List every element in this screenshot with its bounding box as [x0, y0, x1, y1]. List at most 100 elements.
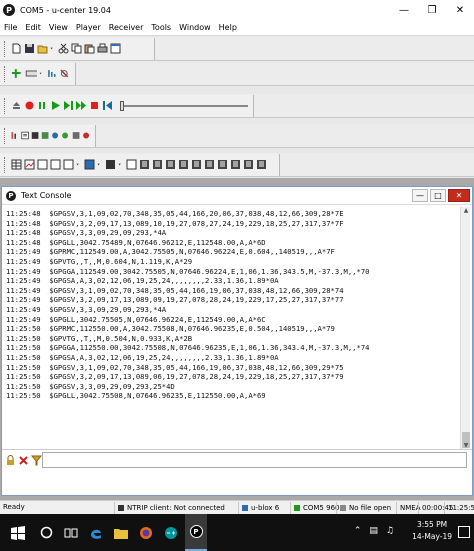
messages-view-icon[interactable] [41, 130, 49, 141]
text-console-titlebar: P Text Console — □ ✕ [2, 187, 472, 205]
menu-receiver[interactable]: Receiver [105, 23, 148, 32]
lock-icon[interactable] [5, 454, 16, 466]
playback-slider[interactable] [120, 100, 248, 111]
task-view-button[interactable] [60, 514, 82, 551]
play-icon[interactable] [50, 100, 61, 111]
message-window-icon[interactable] [105, 159, 116, 170]
menu-player[interactable]: Player [72, 23, 105, 32]
log-line: 11:25:50 $GPGSA,A,3,02,12,06,19,25,24,,,… [6, 352, 279, 362]
sat-panel-10-icon[interactable] [256, 159, 267, 170]
sat-panel-1-icon[interactable] [139, 159, 150, 170]
histogram-icon[interactable] [37, 159, 48, 170]
taskbar-edge[interactable] [85, 514, 107, 551]
dropdown-arrow-icon[interactable] [76, 159, 82, 170]
cortana-circle-icon [40, 526, 52, 539]
scroll-up-icon[interactable]: ▲ [461, 207, 471, 215]
new-file-icon[interactable] [11, 43, 22, 54]
status-time: 11:25:51 [444, 502, 474, 514]
binary-console-icon[interactable] [31, 130, 39, 141]
sat-panel-4-icon[interactable] [178, 159, 189, 170]
taskbar-arduino[interactable] [160, 514, 182, 551]
disconnect-icon[interactable] [59, 68, 70, 79]
docking-window-icon[interactable] [84, 159, 95, 170]
fast-forward-icon[interactable] [76, 100, 87, 111]
menu-file[interactable]: File [0, 23, 21, 32]
log-line: 11:25:50 $GPGLL,3042.75508,N,07646.96235… [6, 391, 266, 401]
tray-chevron-icon[interactable]: ⌃ [354, 526, 362, 536]
packet-console-icon[interactable] [21, 130, 29, 141]
sat-panel-9-icon[interactable] [243, 159, 254, 170]
baudrate-icon[interactable] [24, 68, 37, 79]
menu-tools[interactable]: Tools [147, 23, 175, 32]
eject-icon[interactable] [11, 100, 22, 111]
console-maximize-button[interactable]: □ [430, 189, 446, 202]
menu-window[interactable]: Window [175, 23, 215, 32]
statistics-view-icon[interactable] [51, 130, 59, 141]
save-icon[interactable] [24, 43, 35, 54]
sat-panel-3-icon[interactable] [165, 159, 176, 170]
dropdown-arrow-icon[interactable] [50, 43, 56, 54]
paste-icon[interactable] [84, 43, 95, 54]
sat-panel-2-icon[interactable] [152, 159, 163, 170]
action-center-icon[interactable] [458, 526, 470, 538]
autobaud-icon[interactable] [47, 68, 58, 79]
menu-edit[interactable]: Edit [21, 23, 45, 32]
start-button[interactable] [4, 514, 32, 551]
cut-icon[interactable] [58, 43, 69, 54]
table-view-icon[interactable] [11, 159, 22, 170]
volume-icon[interactable]: ♫ [386, 526, 394, 536]
menu-help[interactable]: Help [215, 23, 241, 32]
clear-icon[interactable] [18, 455, 29, 466]
console-command-input[interactable] [42, 452, 467, 468]
log-line: 11:25:49 $GPGLL,3042.75505,N,07646.96224… [6, 314, 266, 324]
close-window-button[interactable]: ✕ [446, 0, 474, 20]
rewind-icon[interactable] [102, 100, 113, 111]
dropdown-arrow-icon[interactable] [97, 159, 103, 170]
print-icon[interactable] [97, 43, 108, 54]
stop-icon[interactable] [89, 100, 100, 111]
map-view-icon[interactable] [72, 130, 80, 141]
sat-panel-5-icon[interactable] [191, 159, 202, 170]
deviation-map-icon[interactable] [82, 130, 90, 141]
chart-view-icon[interactable] [24, 159, 35, 170]
taskbar-firefox[interactable] [135, 514, 157, 551]
status-ready: Ready [3, 503, 25, 511]
slider-thumb[interactable] [120, 100, 124, 111]
taskbar-file-explorer[interactable] [110, 514, 132, 551]
restore-button[interactable]: ❐ [418, 0, 446, 20]
taskbar-clock[interactable]: 3:55 PM 14-May-19 [412, 519, 452, 543]
log-line: 11:25:49 $GPRMC,112549.00,A,3042.75505,N… [6, 247, 335, 257]
toolbar-windows [0, 153, 474, 177]
window-icon[interactable] [110, 43, 121, 54]
pause-icon[interactable] [37, 100, 48, 111]
step-icon[interactable] [63, 100, 74, 111]
dropdown-arrow-icon[interactable] [39, 68, 45, 79]
receiver-config-icon[interactable] [10, 130, 18, 141]
menu-view[interactable]: View [45, 23, 72, 32]
file-status-text: No file open [349, 504, 392, 512]
console-vertical-scrollbar[interactable]: ▲ ▼ [460, 207, 470, 450]
taskbar-ucenter[interactable]: P [185, 514, 207, 551]
console-close-button[interactable]: ✕ [448, 189, 470, 202]
ucenter-taskbar-icon: P [189, 525, 203, 538]
dropdown-arrow-icon[interactable] [118, 159, 124, 170]
console-minimize-button[interactable]: — [412, 189, 428, 202]
connect-icon[interactable] [11, 68, 22, 79]
log-line: 11:25:49 $GPGGA,112549.00,3042.75505,N,0… [6, 266, 370, 276]
cortana-button[interactable] [35, 514, 57, 551]
sat-panel-7-icon[interactable] [217, 159, 228, 170]
sat-panel-8-icon[interactable] [230, 159, 241, 170]
sat-panel-6-icon[interactable] [204, 159, 215, 170]
configure-window-icon[interactable] [126, 159, 137, 170]
network-icon[interactable]: ▤ [369, 526, 378, 536]
text-console-icon: P [6, 190, 16, 201]
camera-view-icon[interactable] [50, 159, 61, 170]
record-icon[interactable] [24, 100, 35, 111]
data-recorder-icon[interactable] [63, 159, 74, 170]
open-folder-icon[interactable] [37, 43, 48, 54]
copy-icon[interactable] [71, 43, 82, 54]
sky-view-icon[interactable] [61, 130, 69, 141]
minimize-button[interactable]: — [390, 0, 418, 20]
toolbar-views [0, 124, 474, 148]
filter-icon[interactable] [31, 455, 42, 466]
